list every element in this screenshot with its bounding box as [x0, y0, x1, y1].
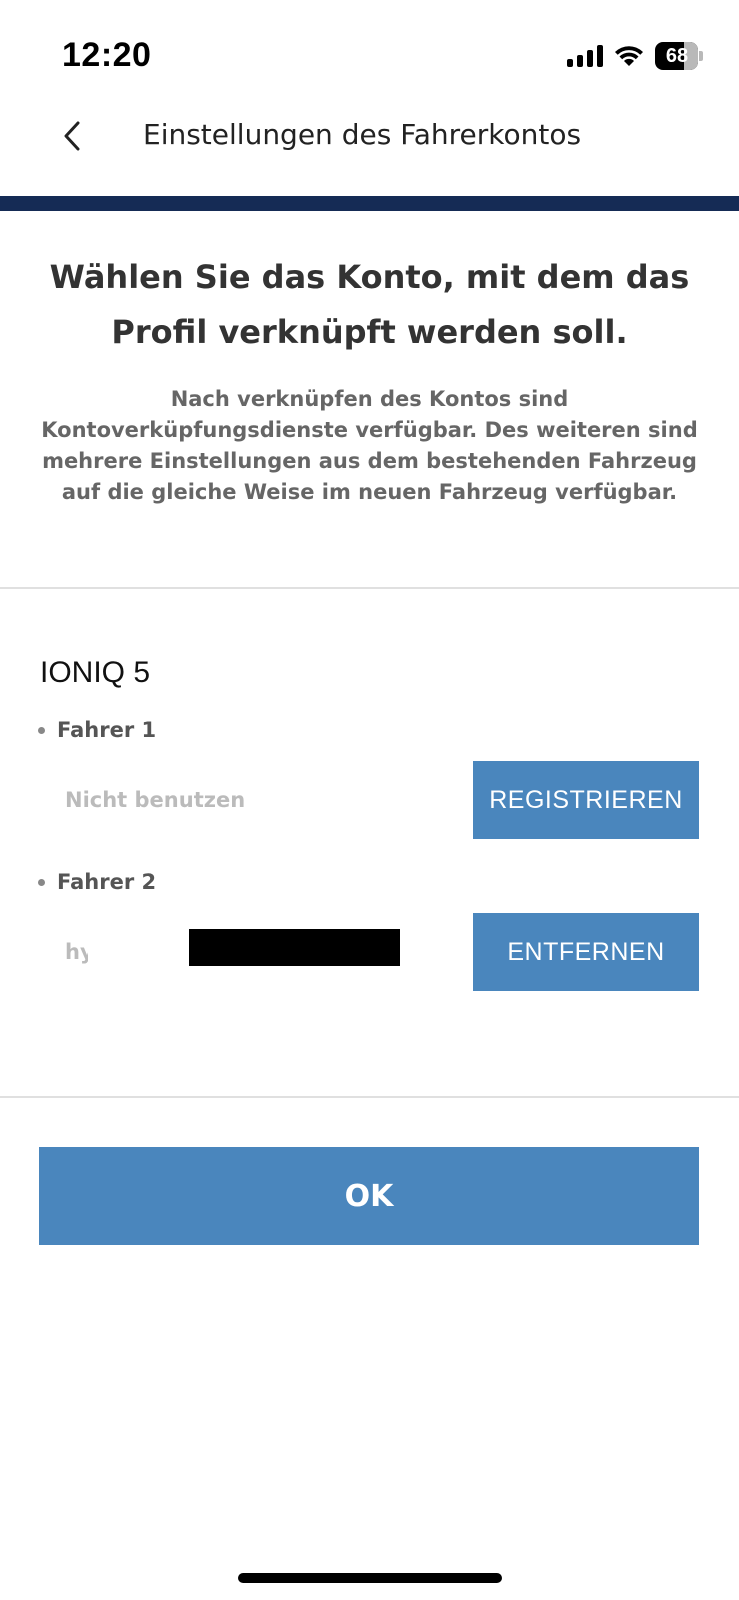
bullet-icon	[38, 726, 45, 734]
divider	[0, 1096, 739, 1098]
driver-1-label-text: Fahrer 1	[57, 718, 157, 742]
page-title: Einstellungen des Fahrerkontos	[143, 118, 582, 151]
wifi-icon	[613, 44, 645, 68]
driver-1-label: Fahrer 1	[38, 718, 156, 742]
redacted-area	[158, 650, 328, 694]
header-accent-bar	[0, 196, 739, 211]
signal-icon	[567, 45, 603, 67]
intro-section: Wählen Sie das Konto, mit dem das Profil…	[30, 250, 709, 508]
battery-icon: 68	[655, 42, 703, 70]
chevron-left-icon	[64, 121, 80, 151]
vehicle-name: IONIQ 5	[40, 656, 151, 689]
redacted-block	[189, 929, 400, 966]
divider	[0, 587, 739, 589]
driver-1-status: Nicht benutzen	[65, 788, 246, 812]
battery-level: 68	[665, 45, 689, 67]
remove-button[interactable]: ENTFERNEN	[473, 913, 699, 991]
status-icons: 68	[567, 42, 703, 70]
intro-heading: Wählen Sie das Konto, mit dem das Profil…	[49, 258, 690, 351]
bullet-icon	[38, 878, 45, 886]
home-indicator[interactable]	[238, 1573, 502, 1583]
register-button[interactable]: REGISTRIEREN	[473, 761, 699, 839]
status-time: 12:20	[62, 36, 152, 74]
driver-2-label-text: Fahrer 2	[57, 870, 157, 894]
status-bar: 12:20 68	[0, 0, 739, 100]
app-header: Einstellungen des Fahrerkontos	[0, 100, 739, 194]
redacted-area	[88, 930, 176, 966]
back-button[interactable]	[52, 116, 92, 156]
ok-button[interactable]: OK	[39, 1147, 699, 1245]
driver-2-label: Fahrer 2	[38, 870, 156, 894]
intro-description: Nach verknüpfen des Kontos sind Kontover…	[41, 387, 698, 504]
